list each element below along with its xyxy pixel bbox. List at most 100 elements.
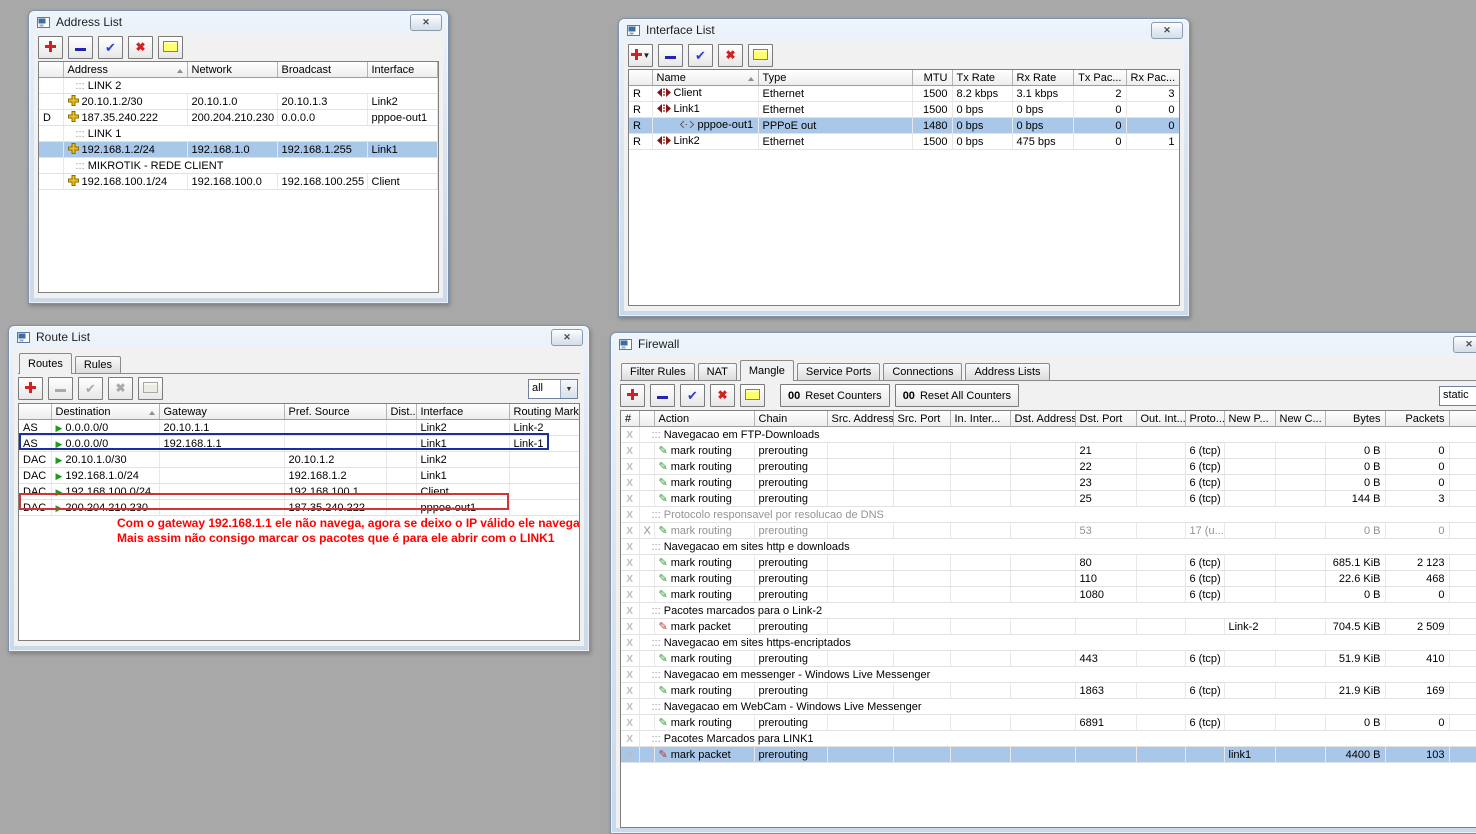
tab-routes[interactable]: Routes — [19, 353, 72, 374]
tab-filter-rules[interactable]: Filter Rules — [621, 363, 695, 380]
column-header-address[interactable]: Address — [63, 62, 188, 78]
column-header-src-port[interactable]: Src. Port — [893, 411, 951, 427]
table-row[interactable]: DAC ▶ 20.10.1.0/30 20.10.1.2 Link2 — [19, 451, 579, 468]
table-row[interactable]: X::: Navegacao em messenger - Windows Li… — [621, 666, 1476, 683]
table-row[interactable]: X ✎ mark routing prerouting 1863 6 (tcp) 21.9 … — [621, 682, 1476, 699]
add-button[interactable] — [620, 384, 645, 407]
column-header-blank[interactable] — [19, 404, 52, 420]
column-header-in-inter-[interactable]: In. Inter... — [950, 411, 1011, 427]
column-header-blank[interactable] — [39, 62, 64, 78]
column-header-new-p-[interactable]: New P... — [1224, 411, 1276, 427]
table-row[interactable]: X ✎ mark routing prerouting 21 6 (tcp) 0 B0 — [621, 442, 1476, 459]
table-row[interactable]: X ✎ mark packet prerouting Link-2 704.5 KiB 2 … — [621, 618, 1476, 635]
column-header-gateway[interactable]: Gateway — [159, 404, 285, 420]
table-row[interactable]: R Link1 Ethernet 1500 0 bps 0 bps 0 0 — [629, 101, 1179, 118]
remove-button[interactable] — [48, 377, 73, 400]
titlebar[interactable]: Address List ✕ — [29, 11, 448, 33]
table-row[interactable]: ::: LINK 2 — [39, 77, 438, 94]
table-row[interactable]: X ✎ mark packet prerouting link1 4400 B 103 — [621, 746, 1476, 763]
table-row[interactable]: X::: Navegacao em WebCam - Windows Live … — [621, 698, 1476, 715]
column-header-destination[interactable]: Destination — [51, 404, 160, 420]
table-row[interactable]: X X ✎ mark routing prerouting 53 17 (u... 0 B0 — [621, 522, 1476, 539]
column-header-blank[interactable] — [629, 70, 653, 86]
column-header-rx-rate[interactable]: Rx Rate — [1012, 70, 1074, 86]
table-row[interactable]: D 187.35.240.222 200.204.210.230 0.0.0.0 ppp… — [39, 109, 438, 126]
column-header-out-int-[interactable]: Out. Int... — [1136, 411, 1186, 427]
route-filter-dropdown[interactable]: all ▼ — [528, 379, 578, 399]
table-row[interactable]: AS ▶ 0.0.0.0/0 192.168.1.1 Link1 Link-1 — [19, 435, 579, 452]
enable-button[interactable]: ✔ — [98, 36, 123, 59]
column-header-blank[interactable] — [1449, 411, 1476, 427]
chevron-down-icon[interactable]: ▼ — [560, 380, 577, 398]
tab-mangle[interactable]: Mangle — [739, 360, 794, 381]
close-button[interactable]: ✕ — [1453, 336, 1476, 353]
table-row[interactable]: X::: Protocolo responsavel por resolucao… — [621, 506, 1476, 523]
table-row[interactable]: 192.168.1.2/24 192.168.1.0 192.168.1.255 Li… — [39, 141, 438, 158]
tab-rules[interactable]: Rules — [74, 356, 121, 373]
table-row[interactable]: 20.10.1.2/30 20.10.1.0 20.10.1.3 Link2 — [39, 93, 438, 110]
tab-nat[interactable]: NAT — [697, 363, 737, 380]
add-button[interactable] — [38, 36, 63, 59]
disable-button[interactable]: ✖ — [128, 36, 153, 59]
table-row[interactable]: ::: LINK 1 — [39, 125, 438, 142]
add-button[interactable] — [18, 377, 43, 400]
table-row[interactable]: X ✎ mark routing prerouting 23 6 (tcp) 0 B0 — [621, 474, 1476, 491]
column-header-action[interactable]: Action — [654, 411, 755, 427]
column-header-tx-pac-[interactable]: Tx Pac... — [1073, 70, 1127, 86]
table-row[interactable]: AS ▶ 0.0.0.0/0 20.10.1.1 Link2 Link-2 — [19, 419, 579, 436]
table-row[interactable]: DAC ▶ 200.204.210.230 187.35.240.222 pppoe-o… — [19, 499, 579, 516]
table-row[interactable]: X ✎ mark routing prerouting 443 6 (tcp) 51.9 K… — [621, 650, 1476, 667]
table-row[interactable]: X::: Pacotes Marcados para LINK1 — [621, 730, 1476, 747]
column-header-name[interactable]: Name — [652, 70, 759, 86]
column-header-new-c-[interactable]: New C... — [1275, 411, 1326, 427]
close-button[interactable]: ✕ — [1151, 22, 1183, 39]
disable-button[interactable]: ✖ — [710, 384, 735, 407]
column-header-dist-[interactable]: Dist... — [386, 404, 417, 420]
comment-button[interactable] — [740, 384, 765, 407]
table-row[interactable]: R Client Ethernet 1500 8.2 kbps 3.1 kbps 2 3 — [629, 85, 1179, 102]
enable-button[interactable]: ✔ — [78, 377, 103, 400]
disable-button[interactable]: ✖ — [718, 44, 743, 67]
column-header-bytes[interactable]: Bytes — [1325, 411, 1386, 427]
titlebar[interactable]: Route List ✕ — [9, 326, 589, 348]
reset-all-counters-button[interactable]: 00 Reset All Counters — [894, 384, 1020, 407]
add-button[interactable]: ▼ — [628, 44, 653, 67]
remove-button[interactable] — [658, 44, 683, 67]
table-row[interactable]: 192.168.100.1/24 192.168.100.0 192.168.100… — [39, 173, 438, 190]
table-row[interactable]: X::: Navegacao em FTP-Downloads — [621, 426, 1476, 443]
comment-button[interactable] — [138, 377, 163, 400]
column-header-interface[interactable]: Interface — [367, 62, 438, 78]
tab-connections[interactable]: Connections — [883, 363, 963, 380]
table-row[interactable]: X ✎ mark routing prerouting 80 6 (tcp) 685.1 K… — [621, 554, 1476, 571]
column-header-chain[interactable]: Chain — [754, 411, 828, 427]
column-header-rx-pac-[interactable]: Rx Pac... — [1126, 70, 1179, 86]
column-header-#[interactable]: # — [621, 411, 640, 427]
comment-button[interactable] — [158, 36, 183, 59]
column-header-proto-[interactable]: Proto... — [1185, 411, 1225, 427]
table-row[interactable]: X::: Pacotes marcados para o Link-2 — [621, 602, 1476, 619]
remove-button[interactable] — [650, 384, 675, 407]
titlebar[interactable]: Firewall ✕ — [611, 333, 1476, 355]
table-row[interactable]: Rpppoe-out1 PPPoE out 1480 0 bps 0 bps 0 0 — [629, 117, 1179, 134]
titlebar[interactable]: Interface List ✕ — [619, 19, 1189, 41]
column-header-pref-source[interactable]: Pref. Source — [284, 404, 387, 420]
firewall-filter-dropdown[interactable]: static ▼ — [1439, 386, 1476, 406]
column-header-network[interactable]: Network — [187, 62, 278, 78]
column-header-packets[interactable]: Packets — [1385, 411, 1450, 427]
remove-button[interactable] — [68, 36, 93, 59]
table-row[interactable]: X::: Navegacao em sites https-encriptado… — [621, 634, 1476, 651]
close-button[interactable]: ✕ — [551, 329, 583, 346]
table-row[interactable]: X ✎ mark routing prerouting 6891 6 (tcp) 0 B0 — [621, 714, 1476, 731]
column-header-dst-address[interactable]: Dst. Address — [1010, 411, 1076, 427]
disable-button[interactable]: ✖ — [108, 377, 133, 400]
reset-counters-button[interactable]: 00 Reset Counters — [780, 384, 890, 407]
column-header-interface[interactable]: Interface — [416, 404, 510, 420]
table-row[interactable]: R Link2 Ethernet 1500 0 bps 475 bps 0 1 — [629, 133, 1179, 150]
enable-button[interactable]: ✔ — [680, 384, 705, 407]
column-header-routing-mark[interactable]: Routing Mark — [509, 404, 579, 420]
table-row[interactable]: DAC ▶ 192.168.1.0/24 192.168.1.2 Link1 — [19, 467, 579, 484]
tab-address-lists[interactable]: Address Lists — [965, 363, 1050, 380]
table-row[interactable]: X ✎ mark routing prerouting 22 6 (tcp) 0 B0 — [621, 458, 1476, 475]
table-row[interactable]: DAC ▶ 192.168.100.0/24 192.168.100.1 Client — [19, 483, 579, 500]
close-button[interactable]: ✕ — [410, 14, 442, 31]
